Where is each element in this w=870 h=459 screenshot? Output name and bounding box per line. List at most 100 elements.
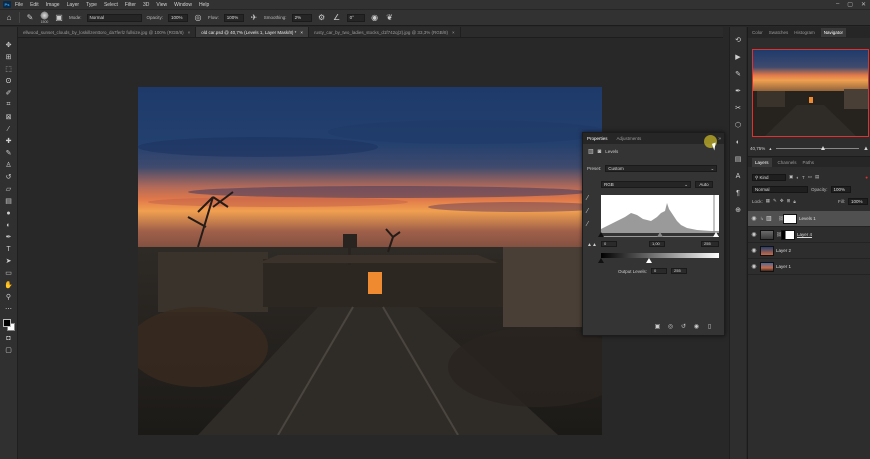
pressure-opacity-icon[interactable]: ◎ [193, 13, 203, 23]
glyphs-icon[interactable]: ⊕ [733, 205, 744, 216]
tab-navigator[interactable]: Navigator [820, 28, 847, 37]
quick-select-icon[interactable]: ✐ [3, 87, 15, 99]
brush-settings-icon[interactable]: ✎ [733, 69, 744, 80]
zoom-in-icon[interactable]: ▲ [863, 146, 869, 152]
layer-filter-select[interactable]: ⚲ Kind [752, 173, 786, 181]
properties-icon[interactable]: ▤ [733, 154, 744, 165]
more-icon[interactable]: ⋯ [3, 303, 15, 315]
brush-settings-icon[interactable]: ▣ [54, 13, 64, 23]
lock-transparent-icon[interactable]: ▦ [766, 198, 770, 204]
opacity-field[interactable]: 100% [168, 13, 189, 22]
output-white-field[interactable]: 255 [671, 268, 688, 274]
clipping-warning-icon[interactable]: ▲▲ [587, 241, 597, 249]
channel-select[interactable]: RGB ⌄ [601, 181, 691, 188]
document-canvas[interactable] [138, 87, 602, 435]
shape-icon[interactable]: ▭ [3, 267, 15, 279]
hand-icon[interactable]: ✋ [3, 279, 15, 291]
quick-mask-icon[interactable]: ◘ [3, 332, 15, 344]
input-white-field[interactable]: 255 [701, 241, 719, 247]
zoom-slider-knob[interactable] [820, 146, 825, 150]
lock-position-icon[interactable]: ✥ [780, 198, 784, 204]
fill-field[interactable]: 100% [848, 197, 868, 205]
history-icon[interactable]: ⟲ [733, 35, 744, 46]
paragraph-icon[interactable]: ¶ [733, 188, 744, 199]
blur-icon[interactable]: ● [3, 207, 15, 219]
tab-close-icon[interactable]: × [452, 27, 455, 37]
black-point-eyedropper-icon[interactable]: ⁄ [587, 195, 595, 203]
type-icon[interactable]: T [3, 243, 15, 255]
lock-artboard-icon[interactable]: ⊞ [787, 198, 791, 204]
angle-icon[interactable]: ∠ [332, 13, 342, 23]
screen-mode-icon[interactable]: ▢ [3, 344, 15, 356]
output-black-slider[interactable] [598, 258, 604, 263]
eraser-icon[interactable]: ▱ [3, 183, 15, 195]
tab-close-icon[interactable]: × [300, 27, 303, 37]
3d-icon[interactable]: ⬡ [733, 120, 744, 131]
marquee-icon[interactable]: ⬚ [3, 63, 15, 75]
tab-adjustments[interactable]: Adjustments [617, 136, 642, 141]
filter-adjustment-icon[interactable]: ◐ [796, 175, 799, 180]
smoothing-settings-icon[interactable]: ⚙ [317, 13, 327, 23]
tab-layers[interactable]: Layers [752, 157, 772, 167]
brushes-icon[interactable]: ✒ [733, 86, 744, 97]
filter-toggle-icon[interactable]: ● [865, 175, 868, 180]
layer-opacity-field[interactable]: 100% [830, 185, 851, 193]
menu-view[interactable]: View [156, 2, 167, 8]
tab-document-2[interactable]: old car.psd @ 40,7% (Levels 1, Layer Mas… [196, 27, 310, 37]
angle-field[interactable]: 0° [346, 13, 365, 22]
menu-type[interactable]: Type [86, 2, 97, 8]
view-previous-state-icon[interactable]: ◎ [666, 323, 675, 332]
layer-name[interactable]: Layer 1 [776, 264, 791, 269]
lock-pixels-icon[interactable]: ✎ [773, 198, 777, 204]
tab-color[interactable]: Color [752, 30, 763, 35]
output-white-slider[interactable] [646, 258, 652, 263]
path-select-icon[interactable]: ➤ [3, 255, 15, 267]
tab-document-3[interactable]: rusty_car_by_two_ladies_stocks_d1f742q(2… [309, 27, 461, 37]
airbrush-icon[interactable]: ✈ [249, 13, 259, 23]
layer-name[interactable]: Levels 1 [799, 216, 816, 221]
brush-icon[interactable]: ✎ [3, 147, 15, 159]
layer-mask-icon[interactable]: ◙ [598, 149, 602, 155]
mode-select[interactable]: Normal [86, 13, 142, 22]
pen-icon[interactable]: ✒ [3, 231, 15, 243]
tab-swatches[interactable]: Swatches [769, 30, 789, 35]
zoom-out-icon[interactable]: ▴ [769, 146, 771, 152]
menu-select[interactable]: Select [104, 2, 118, 8]
menu-file[interactable]: File [15, 2, 23, 8]
filter-pixel-icon[interactable]: ▣ [789, 174, 793, 180]
menu-layer[interactable]: Layer [67, 2, 80, 8]
filter-smart-object-icon[interactable]: ▤ [815, 174, 819, 180]
tab-close-icon[interactable]: × [188, 27, 191, 37]
visibility-eye-icon[interactable]: ◉ [748, 231, 760, 238]
visibility-eye-icon[interactable]: ◉ [748, 215, 760, 222]
input-mid-field[interactable]: 1,00 [649, 241, 665, 247]
minimize-button[interactable]: – [836, 1, 839, 8]
tab-document-1[interactable]: ellwood_sunset_clouds_by_loskillzenttoro… [18, 27, 197, 37]
filter-shape-icon[interactable]: ▭ [808, 174, 812, 180]
reset-icon[interactable]: ↺ [679, 323, 688, 332]
frame-icon[interactable]: ⊠ [3, 111, 15, 123]
photoshop-logo[interactable]: Ps [3, 1, 11, 8]
layer-name[interactable]: Layer 2 [776, 248, 791, 253]
layer-row-layer-2[interactable]: ◉ Layer 2 [748, 243, 870, 259]
maximize-button[interactable]: ▢ [847, 1, 853, 8]
blend-mode-select[interactable]: Normal [752, 185, 808, 193]
input-white-slider[interactable] [713, 232, 719, 237]
visibility-icon[interactable]: ◉ [692, 323, 701, 332]
actions-icon[interactable]: ▶ [733, 52, 744, 63]
gradient-icon[interactable]: ▤ [3, 195, 15, 207]
layer-thumbnail[interactable] [760, 245, 774, 256]
auto-button[interactable]: Auto [695, 181, 713, 188]
layer-thumbnail[interactable] [760, 261, 774, 272]
home-icon[interactable]: ⌂ [4, 13, 14, 23]
preset-select[interactable]: Custom ⌄ [605, 165, 718, 172]
input-black-slider[interactable] [598, 232, 604, 237]
menu-image[interactable]: Image [46, 2, 60, 8]
zoom-slider[interactable] [775, 146, 860, 150]
foreground-color-swatch[interactable] [2, 319, 11, 327]
lock-all-icon[interactable]: 🔒︎ [793, 199, 795, 204]
layer-name[interactable]: Layer 4 [797, 232, 812, 237]
symmetry-icon[interactable]: ❦ [385, 13, 395, 23]
adjustments-icon[interactable]: ◐ [733, 137, 744, 148]
clip-to-layer-icon[interactable]: ▣ [653, 323, 662, 332]
